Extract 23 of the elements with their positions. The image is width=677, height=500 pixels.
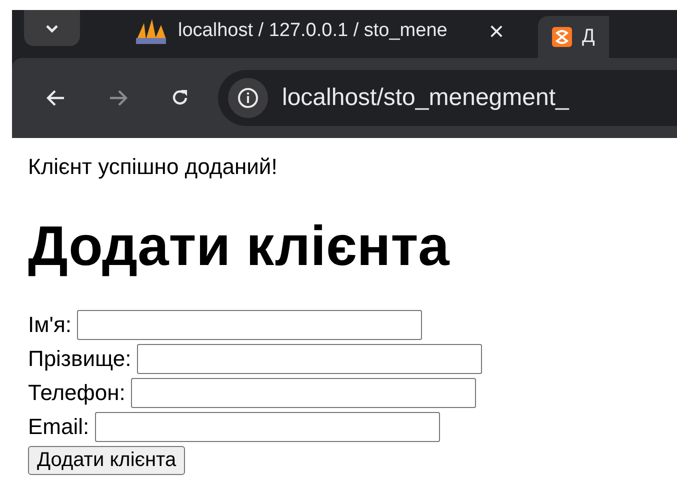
info-icon[interactable] — [237, 87, 259, 109]
submit-button[interactable]: Додати клієнта — [28, 446, 186, 475]
close-tab-button[interactable]: × — [482, 16, 510, 46]
browser-tab[interactable]: Д — [538, 16, 609, 58]
chevron-down-icon — [45, 24, 59, 32]
tab-title: Д — [582, 26, 595, 48]
page-heading: Додати клієнта — [28, 214, 451, 278]
field-label: Email: — [28, 414, 90, 440]
address-bar[interactable]: localhost/sto_menegment_ — [218, 70, 677, 126]
back-icon[interactable] — [46, 89, 66, 107]
input-field[interactable] — [95, 412, 440, 442]
input-field[interactable] — [131, 378, 476, 408]
field-label: Телефон: — [28, 380, 126, 406]
sails-logo-icon — [134, 17, 168, 45]
success-message: Клієнт успішно доданий! — [28, 154, 278, 180]
field-label: Ім'я: — [28, 312, 72, 338]
input-field[interactable] — [77, 310, 422, 340]
forward-icon[interactable] — [108, 89, 128, 107]
url-text: localhost/sto_menegment_ — [282, 84, 569, 112]
field-label: Прізвище: — [28, 346, 132, 372]
tab-title: localhost / 127.0.0.1 / sto_mene — [178, 20, 448, 42]
app-logo-icon — [552, 27, 572, 47]
input-field[interactable] — [137, 344, 482, 374]
